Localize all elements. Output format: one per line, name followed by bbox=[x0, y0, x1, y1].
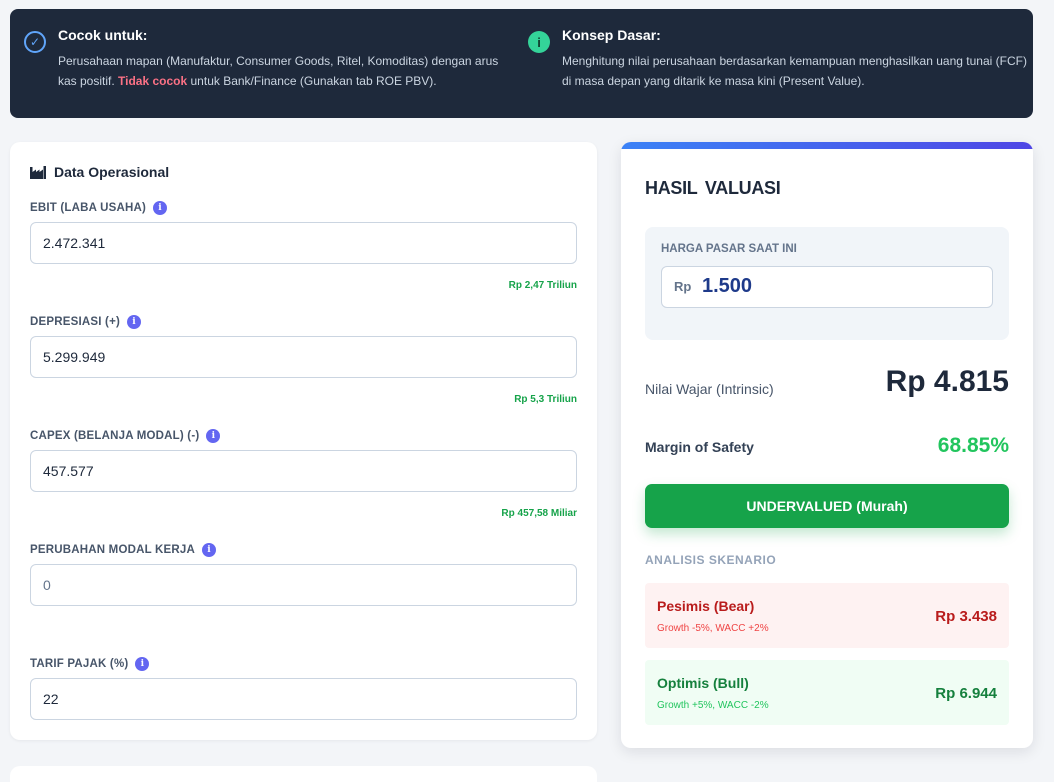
ebit-label: EBIT (LABA USAHA) i bbox=[30, 200, 577, 216]
scenario-bear-note: Growth -5%, WACC +2% bbox=[657, 623, 769, 634]
ebit-input[interactable] bbox=[30, 222, 577, 264]
capex-input[interactable] bbox=[30, 450, 577, 492]
scenario-bull-name: Optimis (Bull) bbox=[657, 675, 749, 691]
banner-suitable-title: Cocok untuk: bbox=[58, 27, 148, 43]
card-accent-bar bbox=[621, 142, 1033, 149]
next-section-card bbox=[10, 766, 597, 782]
depreciation-label-text: DEPRESIASI (+) bbox=[30, 316, 121, 328]
capex-hint: Rp 457,58 Miliar bbox=[501, 508, 577, 519]
working-capital-field: PERUBAHAN MODAL KERJA i bbox=[30, 542, 577, 606]
ebit-label-text: EBIT (LABA USAHA) bbox=[30, 202, 147, 214]
tax-rate-input[interactable] bbox=[30, 678, 577, 720]
depreciation-input[interactable] bbox=[30, 336, 577, 378]
market-price-label: HARGA PASAR SAAT INI bbox=[661, 243, 797, 255]
working-capital-input[interactable] bbox=[30, 564, 577, 606]
info-icon: i bbox=[528, 31, 550, 53]
banner-concept-text: Menghitung nilai perusahaan berdasarkan … bbox=[562, 54, 1027, 88]
info-icon[interactable]: i bbox=[153, 201, 168, 215]
section-title: Data Operasional bbox=[30, 164, 169, 180]
factory-icon bbox=[30, 165, 46, 179]
market-price-field: Rp bbox=[661, 266, 993, 308]
operational-data-card: Data Operasional EBIT (LABA USAHA) i Rp … bbox=[10, 142, 597, 740]
scenario-bear-name: Pesimis (Bear) bbox=[657, 598, 755, 614]
banner-not-suitable-highlight: Tidak cocok bbox=[118, 74, 188, 88]
capex-label: CAPEX (BELANJA MODAL) (-) i bbox=[30, 428, 577, 444]
tax-rate-field: TARIF PAJAK (%) i bbox=[30, 656, 577, 720]
depreciation-label: DEPRESIASI (+) i bbox=[30, 314, 577, 330]
info-icon[interactable]: i bbox=[202, 543, 216, 557]
banner-concept-title: Konsep Dasar: bbox=[562, 27, 661, 43]
scenario-bear-value: Rp 3.438 bbox=[935, 608, 997, 625]
ebit-field: EBIT (LABA USAHA) i Rp 2,47 Triliun bbox=[30, 200, 577, 291]
market-price-input[interactable] bbox=[702, 275, 902, 298]
info-icon[interactable]: i bbox=[127, 315, 142, 329]
working-capital-label-text: PERUBAHAN MODAL KERJA bbox=[30, 544, 195, 556]
scenario-heading: ANALISIS SKENARIO bbox=[645, 553, 777, 567]
currency-prefix: Rp bbox=[674, 279, 692, 294]
scenario-bear: Pesimis (Bear) Growth -5%, WACC +2% Rp 3… bbox=[645, 583, 1009, 648]
scenario-bull-note: Growth +5%, WACC -2% bbox=[657, 700, 769, 711]
scenario-bull-value: Rp 6.944 bbox=[935, 685, 997, 702]
depreciation-hint: Rp 5,3 Triliun bbox=[514, 394, 577, 405]
working-capital-label: PERUBAHAN MODAL KERJA i bbox=[30, 542, 577, 558]
capex-label-text: CAPEX (BELANJA MODAL) (-) bbox=[30, 430, 200, 442]
ebit-hint: Rp 2,47 Triliun bbox=[508, 280, 577, 291]
result-title: HASIL VALUASI bbox=[645, 178, 781, 198]
margin-of-safety-value: 68.85% bbox=[937, 434, 1009, 457]
section-title-label: Data Operasional bbox=[54, 164, 170, 180]
info-icon[interactable]: i bbox=[206, 429, 221, 443]
tax-rate-label: TARIF PAJAK (%) i bbox=[30, 656, 577, 672]
market-price-box: HARGA PASAR SAAT INI Rp bbox=[645, 227, 1009, 340]
check-circle-icon: ✓ bbox=[24, 31, 46, 53]
intrinsic-value: Rp 4.815 bbox=[885, 365, 1009, 398]
valuation-status-badge: UNDERVALUED (Murah) bbox=[645, 484, 1009, 528]
banner-suitable-text-after: untuk Bank/Finance (Gunakan tab ROE PBV)… bbox=[187, 74, 437, 88]
capex-field: CAPEX (BELANJA MODAL) (-) i Rp 457,58 Mi… bbox=[30, 428, 577, 519]
tax-rate-label-text: TARIF PAJAK (%) bbox=[30, 658, 129, 670]
depreciation-field: DEPRESIASI (+) i Rp 5,3 Triliun bbox=[30, 314, 577, 405]
valuation-result-card: HASIL VALUASI HARGA PASAR SAAT INI Rp Ni… bbox=[621, 142, 1033, 748]
info-banner: ✓ Cocok untuk: Perusahaan mapan (Manufak… bbox=[10, 9, 1033, 118]
info-icon[interactable]: i bbox=[135, 657, 150, 671]
scenario-bull: Optimis (Bull) Growth +5%, WACC -2% Rp 6… bbox=[645, 660, 1009, 725]
banner-suitable-text: Perusahaan mapan (Manufaktur, Consumer G… bbox=[58, 51, 514, 91]
intrinsic-value-label: Nilai Wajar (Intrinsic) bbox=[645, 381, 774, 397]
margin-of-safety-label: Margin of Safety bbox=[645, 439, 754, 455]
